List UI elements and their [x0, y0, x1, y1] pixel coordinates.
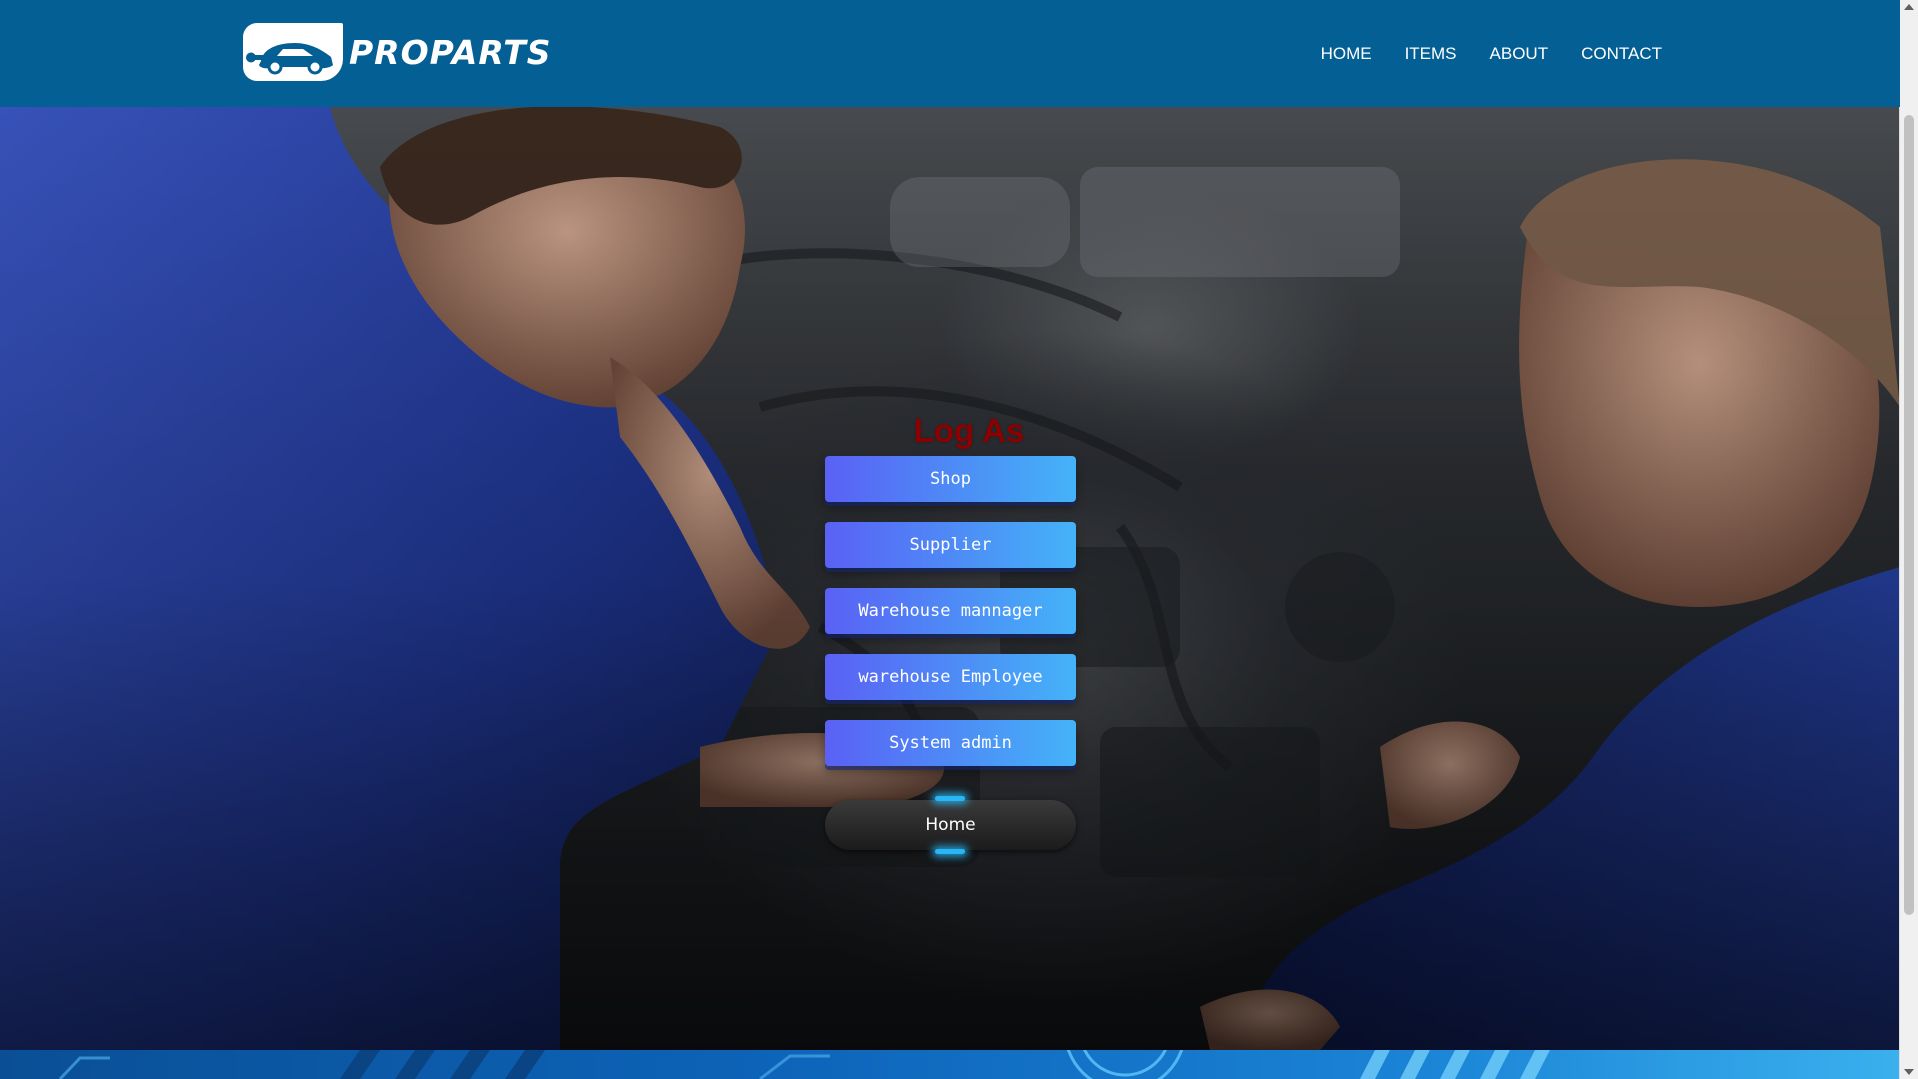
page-scrollbar[interactable]: [1899, 0, 1918, 1079]
home-button-wrap: Home: [825, 796, 1076, 854]
system-admin-login-button[interactable]: System admin: [825, 720, 1076, 766]
home-button[interactable]: Home: [825, 800, 1076, 850]
glow-accent-top: [935, 796, 965, 801]
login-title: Log As: [913, 412, 1025, 449]
login-role-panel: Log As Shop Supplier Warehouse mannager …: [825, 412, 1076, 854]
footer-pattern: [58, 1050, 1550, 1079]
glow-accent-bottom: [935, 849, 965, 854]
car-wrench-icon: [243, 23, 343, 81]
shop-login-button[interactable]: Shop: [825, 456, 1076, 502]
brand-name: PROPARTS: [349, 32, 552, 72]
scroll-down-icon[interactable]: [1904, 1069, 1914, 1075]
scroll-thumb[interactable]: [1904, 115, 1914, 915]
nav-about-link[interactable]: ABOUT: [1490, 44, 1549, 64]
main-nav: HOME ITEMS ABOUT CONTACT: [1288, 0, 1662, 107]
warehouse-employee-login-button[interactable]: warehouse Employee: [825, 654, 1076, 700]
scroll-up-icon[interactable]: [1904, 4, 1914, 10]
supplier-login-button[interactable]: Supplier: [825, 522, 1076, 568]
nav-home-link[interactable]: HOME: [1321, 44, 1372, 64]
nav-contact-link[interactable]: CONTACT: [1581, 44, 1662, 64]
nav-items-link[interactable]: ITEMS: [1405, 44, 1457, 64]
warehouse-manager-login-button[interactable]: Warehouse mannager: [825, 588, 1076, 634]
brand-logo[interactable]: PROPARTS: [243, 23, 552, 81]
footer-decorative-strip: [0, 1050, 1900, 1079]
top-navbar: PROPARTS HOME ITEMS ABOUT CONTACT: [0, 0, 1900, 107]
